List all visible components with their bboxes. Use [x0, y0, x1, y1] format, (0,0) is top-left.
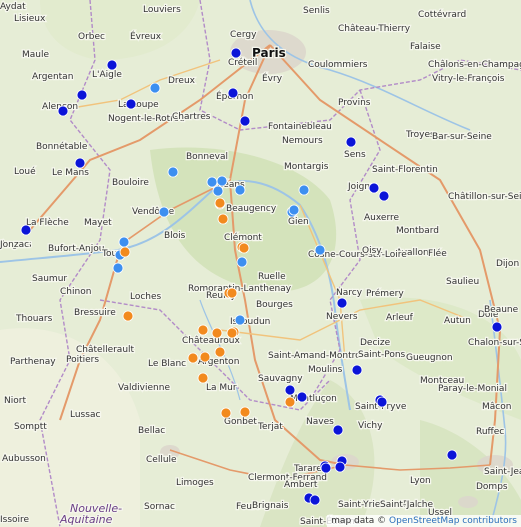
map-marker[interactable] — [76, 89, 88, 101]
map-marker[interactable] — [332, 424, 344, 436]
map-marker[interactable] — [216, 175, 228, 187]
map-marker[interactable] — [238, 242, 250, 254]
map-view[interactable]: Paris Lisieux Louviers Senlis Cottévrard Orbe… — [0, 0, 521, 527]
map-marker[interactable] — [491, 321, 503, 333]
map-marker[interactable] — [239, 115, 251, 127]
map-marker[interactable] — [74, 157, 86, 169]
map-marker[interactable] — [296, 391, 308, 403]
map-marker[interactable] — [122, 310, 134, 322]
map-marker[interactable] — [336, 297, 348, 309]
map-marker[interactable] — [345, 136, 357, 148]
map-marker[interactable] — [20, 224, 32, 236]
map-marker[interactable] — [158, 206, 170, 218]
map-marker[interactable] — [187, 352, 199, 364]
map-marker[interactable] — [211, 327, 223, 339]
map-marker[interactable] — [214, 346, 226, 358]
map-marker[interactable] — [206, 176, 218, 188]
map-marker[interactable] — [125, 98, 137, 110]
map-marker[interactable] — [57, 105, 69, 117]
map-marker[interactable] — [197, 324, 209, 336]
map-marker[interactable] — [298, 184, 310, 196]
map-marker[interactable] — [167, 166, 179, 178]
map-marker[interactable] — [376, 396, 388, 408]
map-marker[interactable] — [199, 351, 211, 363]
map-marker[interactable] — [334, 461, 346, 473]
osm-attribution-link[interactable]: OpenStreetMap contributors — [389, 516, 517, 526]
map-marker[interactable] — [226, 327, 238, 339]
map-marker[interactable] — [368, 182, 380, 194]
map-marker[interactable] — [320, 462, 332, 474]
map-marker[interactable] — [217, 213, 229, 225]
map-marker[interactable] — [309, 494, 321, 506]
markers-layer — [20, 47, 503, 506]
map-marker[interactable] — [230, 47, 242, 59]
map-marker[interactable] — [226, 287, 238, 299]
map-marker[interactable] — [284, 396, 296, 408]
map-marker[interactable] — [212, 185, 224, 197]
map-marker[interactable] — [197, 372, 209, 384]
map-marker[interactable] — [288, 204, 300, 216]
map-marker[interactable] — [112, 262, 124, 274]
map-marker[interactable] — [227, 87, 239, 99]
map-attribution: map data © OpenStreetMap contributors — [327, 515, 521, 527]
map-marker[interactable] — [284, 384, 296, 396]
map-marker[interactable] — [106, 59, 118, 71]
map-marker[interactable] — [378, 190, 390, 202]
map-marker[interactable] — [351, 364, 363, 376]
map-marker[interactable] — [239, 406, 251, 418]
map-marker[interactable] — [214, 197, 226, 209]
map-marker[interactable] — [446, 449, 458, 461]
map-marker[interactable] — [234, 314, 246, 326]
map-marker[interactable] — [220, 407, 232, 419]
map-marker[interactable] — [118, 236, 130, 248]
map-marker[interactable] — [119, 246, 131, 258]
map-marker[interactable] — [234, 184, 246, 196]
attribution-prefix: map data © — [331, 516, 387, 526]
map-marker[interactable] — [149, 82, 161, 94]
map-marker[interactable] — [314, 244, 326, 256]
map-marker[interactable] — [236, 256, 248, 268]
